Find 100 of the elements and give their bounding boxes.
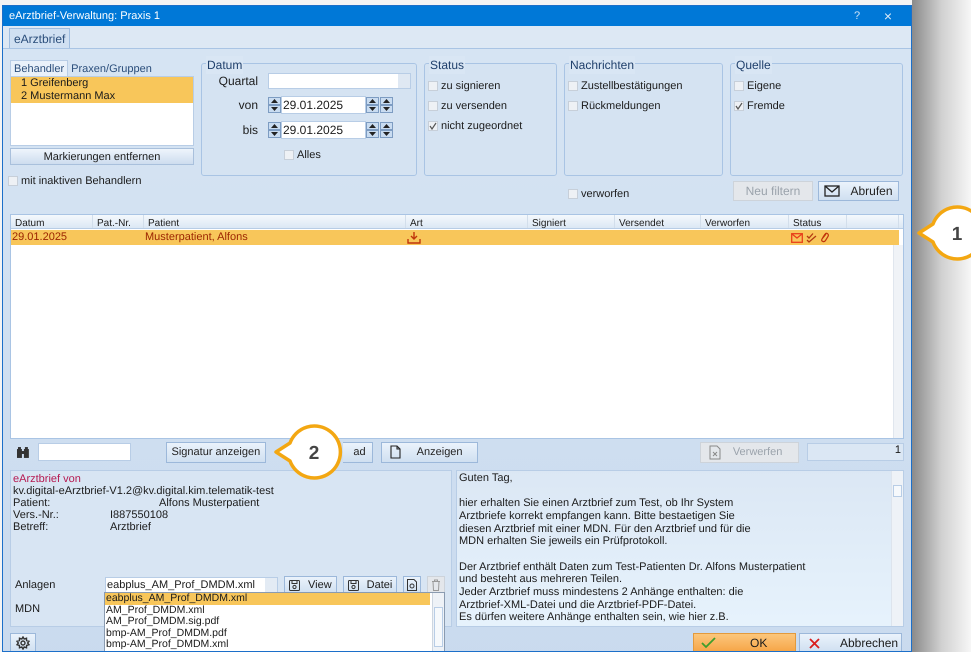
sender-label: eArztbrief von: [13, 473, 82, 485]
dropdown-option[interactable]: eabplus_AM_Prof_DMDM.xml: [105, 593, 430, 605]
toolbar-button[interactable]: Anzeigen: [380, 442, 478, 462]
envelope-icon: [791, 232, 803, 242]
message-text: und besteht aus mehreren Teilen.: [459, 573, 624, 586]
dropdown-option[interactable]: AM_Prof_DMDM.sig.pdf: [105, 616, 430, 628]
column-header[interactable]: Verworfen: [701, 218, 750, 229]
footer-button[interactable]: OK: [693, 633, 796, 651]
list-item[interactable]: 2 Mustermann Max: [11, 90, 193, 103]
field-label: Quartal: [218, 73, 258, 90]
checkmark-icon: [701, 637, 716, 649]
checkbox-label: zu versenden: [441, 98, 508, 114]
window-title: eArztbrief-Verwaltung: Praxis 1: [9, 8, 162, 24]
message-text: Arztbrief-XML-Datei und die Arztbrief-PDF-Datei.: [459, 598, 698, 612]
checkbox-label: zu signieren: [441, 78, 500, 94]
spin-button-icon: [268, 97, 281, 113]
field-label: bis: [242, 122, 258, 139]
dropdown-option[interactable]: AM_Prof_DMDM.xml: [105, 604, 430, 616]
callout-number: 2: [308, 442, 320, 466]
checkbox[interactable]: [734, 101, 744, 111]
tab[interactable]: eArztbrief: [9, 28, 70, 48]
toolbar-button[interactable]: ad: [342, 442, 373, 462]
column-header[interactable]: Versendet: [615, 218, 664, 229]
paperclip-icon: [820, 232, 829, 243]
message-text: diesen Arztbrief mit einer MDN. Für den Arztbrief und für die: [459, 522, 752, 536]
group-title: Datum: [206, 56, 244, 74]
callout-number: 1: [950, 223, 964, 247]
trash-icon: [431, 579, 442, 591]
field-label: Anlagen: [14, 578, 56, 593]
group-title: Status: [429, 56, 466, 74]
tab[interactable]: Praxen/Gruppen: [68, 61, 155, 76]
field-value: Arztbrief: [110, 521, 151, 533]
list-item[interactable]: 1 Greifenberg: [11, 77, 193, 90]
column-header[interactable]: Art: [406, 218, 423, 229]
checkbox-label: Alles: [297, 148, 321, 163]
checkbox-label: Fremde: [747, 98, 785, 114]
column-header[interactable]: Signiert: [528, 218, 566, 229]
field-value: I887550108: [110, 509, 168, 521]
checkbox-label: Zustellbestätigungen: [581, 78, 683, 94]
tab[interactable]: Behandler: [10, 60, 68, 76]
message-text: Es dürfen weitere Anhänge enthalten sein, wie hier z.B.: [459, 611, 730, 624]
checkbox-label: verworfen: [581, 186, 630, 202]
message-text: Der Arztbrief enthält Daten zum Test-Patienten Dr. Alfons Musterpatient: [459, 560, 806, 574]
binoculars-icon: [16, 446, 30, 458]
search-field[interactable]: [38, 443, 131, 461]
checkbox-label: Rückmeldungen: [581, 98, 660, 114]
dropdown-value: eabplus_AM_Prof_DMDM.xml: [106, 578, 255, 593]
table-cell-text: Musterpatient, Alfons: [144, 230, 248, 246]
table-row[interactable]: 29.01.2025 Musterpatient, Alfons: [11, 230, 899, 245]
double-check-icon: [806, 232, 817, 242]
quartal-dropdown[interactable]: [268, 73, 411, 89]
document-search-icon: [407, 579, 418, 591]
scrollbar-thumb[interactable]: [893, 485, 902, 497]
download-tray-icon: [407, 231, 421, 244]
filter-button[interactable]: Abrufen: [818, 181, 899, 201]
settings-icon: [16, 636, 30, 650]
checkbox-label: Eigene: [747, 78, 782, 94]
message-text: Guten Tag,: [459, 472, 514, 485]
field-label: Patient:: [13, 497, 52, 509]
group-title: Quelle: [735, 56, 772, 74]
footer-button[interactable]: Abbrechen: [799, 633, 902, 651]
scrollbar[interactable]: [893, 245, 903, 438]
checkbox[interactable]: [428, 121, 438, 131]
discard-file-icon: [708, 444, 721, 460]
field-value: Alfons Musterpatient: [159, 497, 260, 509]
scrollbar[interactable]: [432, 593, 444, 651]
envelope-icon: [824, 185, 840, 197]
message-text: hier erhalten Sie einen Arztbrief zum Test, ob Ihr System: [459, 497, 734, 510]
message-text: Arztbriefe korrekt empfangen kann. Bitte bestaetigen Sie: [459, 510, 736, 523]
document-icon: [390, 445, 401, 459]
date-field[interactable]: 29.01.2025: [281, 96, 366, 114]
close-button[interactable]: ×: [871, 6, 905, 26]
field-label: von: [238, 97, 258, 114]
column-header[interactable]: Status: [789, 218, 822, 229]
dropdown-option[interactable]: bmp-AM_Prof_DMDM.pdf: [105, 628, 430, 640]
scrollbar[interactable]: [891, 471, 903, 626]
date-field[interactable]: 29.01.2025: [281, 121, 366, 139]
attachment-dropdown[interactable]: eabplus_AM_Prof_DMDM.xml: [105, 577, 278, 593]
sender-address: kv.digital-eArztbrief-V1.2@kv.digital.kim.telematik-test: [13, 485, 274, 497]
scrollbar-thumb[interactable]: [434, 607, 443, 647]
dropdown-option[interactable]: bmp-AM_Prof_DMDM.xml: [105, 639, 430, 651]
message-text: MDN erhalten Sie jeweils ein Prüfprotokoll.: [459, 535, 668, 548]
field-label: MDN: [15, 602, 40, 617]
close-icon: [809, 638, 820, 648]
toolbar-button[interactable]: Signatur anzeigen: [166, 442, 266, 462]
checkbox-label: nicht zugeordnet: [441, 118, 522, 134]
column-header[interactable]: Datum: [11, 218, 44, 229]
spin-button-icon: [268, 122, 281, 138]
column-header[interactable]: Patient: [144, 218, 180, 229]
column-header[interactable]: Pat.-Nr.: [93, 218, 131, 229]
checkbox-label: mit inaktiven Behandlern: [21, 174, 142, 189]
settings-button[interactable]: [10, 633, 36, 651]
count-field: 1: [806, 443, 904, 461]
field-label: Vers.-Nr.:: [13, 509, 60, 521]
spin-button-icon: [366, 122, 394, 138]
table-cell-text: 29.01.2025: [11, 230, 68, 246]
clear-button[interactable]: Markierungen entfernen: [10, 148, 194, 165]
message-text: Jeder Arztbrief muss mindestens 2 Anhänge enthalten: die: [459, 586, 744, 599]
group-title: Nachrichten: [569, 56, 636, 74]
field-label: Betreff:: [13, 521, 50, 533]
